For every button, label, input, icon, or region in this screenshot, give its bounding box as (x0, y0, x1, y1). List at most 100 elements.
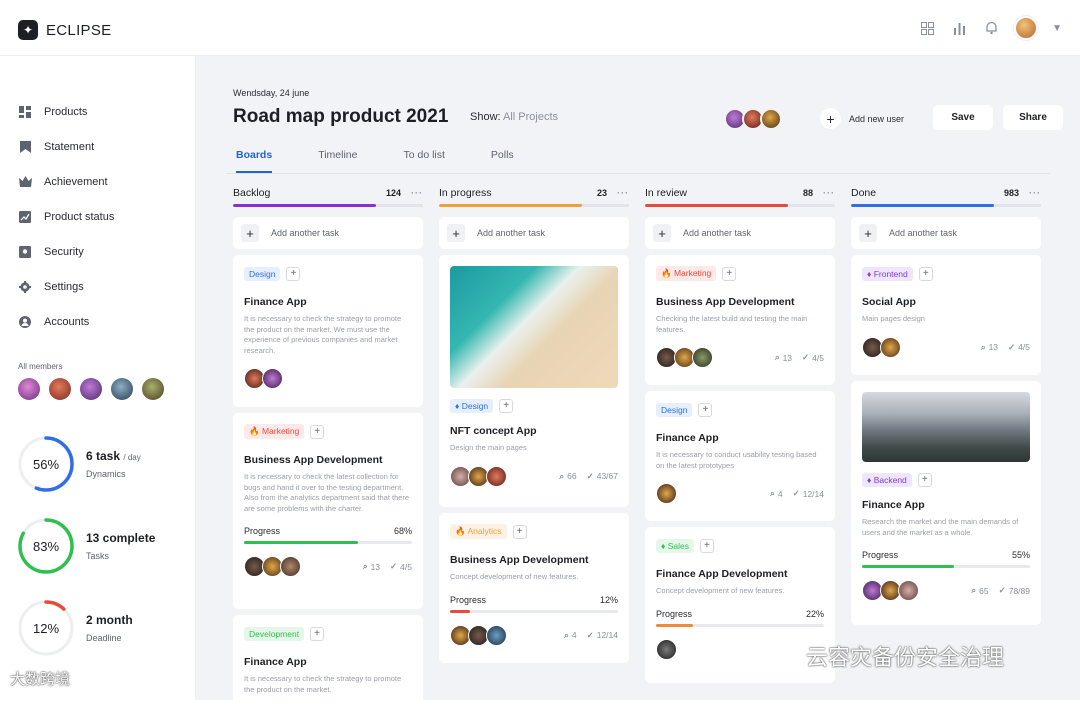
paperclip-icon: ⌕ (971, 585, 977, 595)
add-task-button[interactable]: + Add another task (233, 217, 423, 249)
sidebar-item-achievement[interactable]: Achievement (18, 164, 114, 199)
add-tag-icon[interactable]: + (310, 626, 325, 641)
member-avatar[interactable] (142, 378, 164, 400)
share-button[interactable]: Share (1003, 105, 1063, 130)
card-image-mountains (862, 392, 1030, 462)
view-tabs: Boards Timeline To do list Polls (236, 149, 560, 173)
task-card[interactable]: ♦ Design + NFT concept App Design the mai… (439, 255, 629, 507)
member-avatar[interactable] (111, 378, 133, 400)
card-title: Finance App Development (656, 568, 788, 580)
assignee-avatar (880, 336, 901, 358)
sidebar-item-security[interactable]: Security (18, 234, 114, 269)
member-avatar[interactable] (49, 378, 71, 400)
column-backlog: Backlog 124 ··· + Add another task Design +… (233, 186, 423, 705)
add-tag-icon[interactable]: + (918, 266, 933, 281)
sidebar-item-product-status[interactable]: Product status (18, 199, 114, 234)
check-circle-icon: ✓ (802, 352, 810, 362)
sidebar-item-label: Product status (44, 210, 115, 223)
add-tag-icon[interactable]: + (722, 266, 737, 281)
member-avatar[interactable] (80, 378, 102, 400)
app-logo[interactable]: ✦ ECLIPSE (18, 20, 111, 40)
tag-badge[interactable]: 🔥 Marketing (656, 266, 717, 281)
task-card[interactable]: Design + Finance App It is necessary to c… (233, 255, 423, 407)
task-card[interactable]: 🔥 Analytics + Business App Development Co… (439, 513, 629, 663)
card-description: Concept development of new features. (450, 572, 579, 581)
task-card[interactable]: ♦ Frontend + Social App Main pages design… (851, 255, 1041, 375)
checklist-count: ✓ 12/14 (586, 629, 618, 641)
add-task-button[interactable]: + Add another task (645, 217, 835, 249)
sidebar-item-products[interactable]: Products (18, 94, 114, 129)
tag-badge[interactable]: ♦ Design (450, 398, 494, 413)
bar-chart-icon[interactable] (950, 19, 968, 37)
tabs-divider (226, 173, 1050, 174)
member-avatar[interactable] (760, 108, 782, 130)
tag-badge[interactable]: 🔥 Analytics (450, 524, 507, 539)
sidebar-item-label: Achievement (44, 175, 108, 188)
bookmark-icon (18, 140, 32, 154)
add-task-button[interactable]: + Add another task (439, 217, 629, 249)
tab-boards[interactable]: Boards (236, 149, 273, 173)
tab-to-do-list[interactable]: To do list (403, 149, 444, 173)
checklist-count: ✓ 4/5 (802, 352, 824, 363)
user-icon (18, 315, 32, 329)
task-card[interactable]: 🔥 Marketing + Business App Development Ch… (645, 255, 835, 385)
tag-badge[interactable]: Design (656, 402, 693, 417)
task-card[interactable]: Development + Finance App It is necessary… (233, 615, 423, 705)
tag-badge[interactable]: ♦ Frontend (862, 266, 913, 281)
tag-badge[interactable]: ♦ Backend (862, 472, 912, 487)
task-card[interactable]: ♦ Backend + Finance App Research the mark… (851, 381, 1041, 625)
plus-icon: + (447, 224, 465, 242)
sidebar-item-accounts[interactable]: Accounts (18, 304, 114, 339)
progress-bar (244, 541, 412, 544)
add-tag-icon[interactable]: + (917, 472, 932, 487)
more-icon[interactable]: ··· (1029, 188, 1041, 198)
card-title: Finance App (862, 499, 925, 511)
add-tag-icon[interactable]: + (699, 538, 714, 553)
save-button[interactable]: Save (933, 105, 993, 130)
gear-icon (18, 280, 32, 294)
sidebar: Products Statement Achievement Product s… (0, 56, 196, 700)
task-card[interactable]: Design + Finance App It is necessary to c… (645, 391, 835, 521)
chevron-down-icon[interactable]: ▼ (1052, 23, 1062, 34)
task-card[interactable]: 🔥 Marketing + Business App Development It… (233, 413, 423, 609)
add-tag-icon[interactable]: + (512, 524, 527, 539)
add-task-button[interactable]: + Add another task (851, 217, 1041, 249)
tag-badge[interactable]: Development (244, 626, 305, 641)
plus-icon: + (241, 224, 259, 242)
check-circle-icon: ✓ (1008, 341, 1016, 352)
check-circle-icon: ✓ (390, 561, 398, 571)
column-header: Backlog 124 ··· (233, 187, 423, 199)
assignee-avatar (898, 580, 919, 601)
sidebar-item-settings[interactable]: Settings (18, 269, 114, 304)
tag-badge[interactable]: ♦ Sales (656, 538, 694, 553)
tag-badge[interactable]: Design (244, 266, 281, 281)
card-description: It is necessary to check the strategy to… (244, 674, 402, 694)
more-icon[interactable]: ··· (617, 188, 629, 198)
add-tag-icon[interactable]: + (499, 398, 514, 413)
add-tag-icon[interactable]: + (310, 424, 325, 439)
more-icon[interactable]: ··· (411, 188, 423, 198)
column-count: 88 (802, 188, 813, 198)
checklist-count: ✓ 12/14 (792, 488, 824, 499)
tab-polls[interactable]: Polls (491, 149, 514, 173)
sidebar-item-statement[interactable]: Statement (18, 129, 114, 164)
stat-dynamics: 56% 6 task / day Dynamics (16, 434, 141, 494)
tag-badge[interactable]: 🔥 Marketing (244, 424, 305, 439)
member-avatar[interactable] (18, 378, 40, 400)
user-avatar[interactable] (1014, 16, 1039, 40)
card-description: Design the main pages (450, 443, 527, 452)
tab-timeline[interactable]: Timeline (318, 149, 357, 173)
grid-icon (18, 105, 32, 119)
bell-icon[interactable] (982, 19, 1000, 37)
card-title: Business App Development (656, 296, 795, 308)
card-title: Social App (862, 296, 916, 308)
add-tag-icon[interactable]: + (286, 266, 301, 281)
plus-icon: + (820, 108, 841, 129)
add-user-button[interactable]: + Add new user (820, 108, 904, 129)
more-icon[interactable]: ··· (823, 188, 835, 198)
column-progress (439, 204, 629, 207)
add-tag-icon[interactable]: + (698, 402, 713, 417)
project-filter[interactable]: Show: All Projects (470, 111, 558, 123)
card-description: It is necessary to check the latest coll… (244, 472, 410, 513)
grid-view-icon[interactable] (918, 19, 936, 37)
